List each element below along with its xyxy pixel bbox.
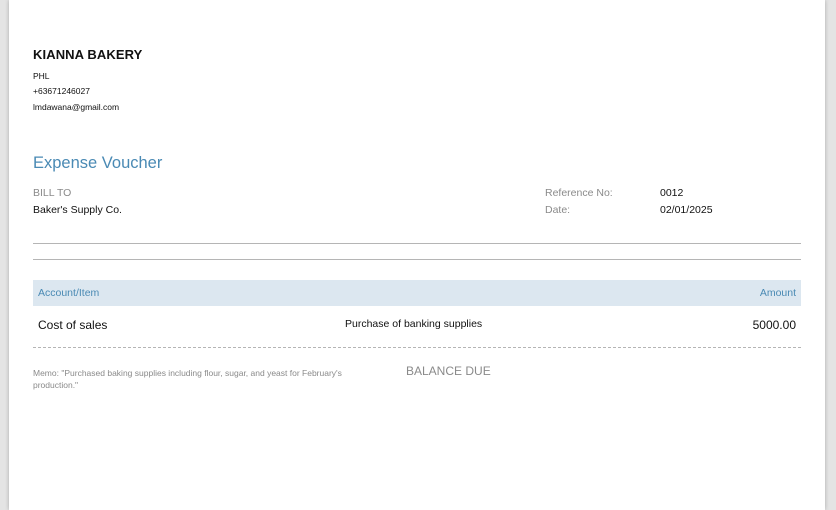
row-account: Cost of sales (38, 318, 108, 332)
document-title: Expense Voucher (33, 154, 163, 172)
reference-label: Reference No: (545, 187, 613, 199)
bill-to-label: BILL TO (33, 187, 72, 199)
company-phone: +63671246027 (33, 86, 90, 96)
divider (33, 259, 801, 260)
divider (33, 243, 801, 244)
company-country: PHL (33, 71, 50, 81)
table-header: Account/Item Amount (33, 280, 801, 306)
row-amount: 5000.00 (752, 318, 796, 332)
reference-value: 0012 (660, 187, 684, 199)
company-name: KIANNA BAKERY (33, 47, 143, 62)
company-email: lmdawana@gmail.com (33, 102, 120, 112)
table-row: Cost of sales Purchase of banking suppli… (33, 306, 801, 348)
column-header-amount: Amount (759, 287, 796, 299)
voucher-page: KIANNA BAKERY PHL +63671246027 lmdawana@… (9, 0, 825, 510)
memo-text: Memo: "Purchased baking supplies includi… (33, 368, 342, 390)
row-description: Purchase of banking supplies (345, 318, 483, 330)
column-header-account: Account/Item (38, 287, 100, 299)
bill-to-value: Baker's Supply Co. (33, 204, 122, 216)
date-label: Date: (545, 204, 571, 216)
balance-due-label: BALANCE DUE (406, 364, 491, 378)
date-value: 02/01/2025 (660, 204, 713, 216)
